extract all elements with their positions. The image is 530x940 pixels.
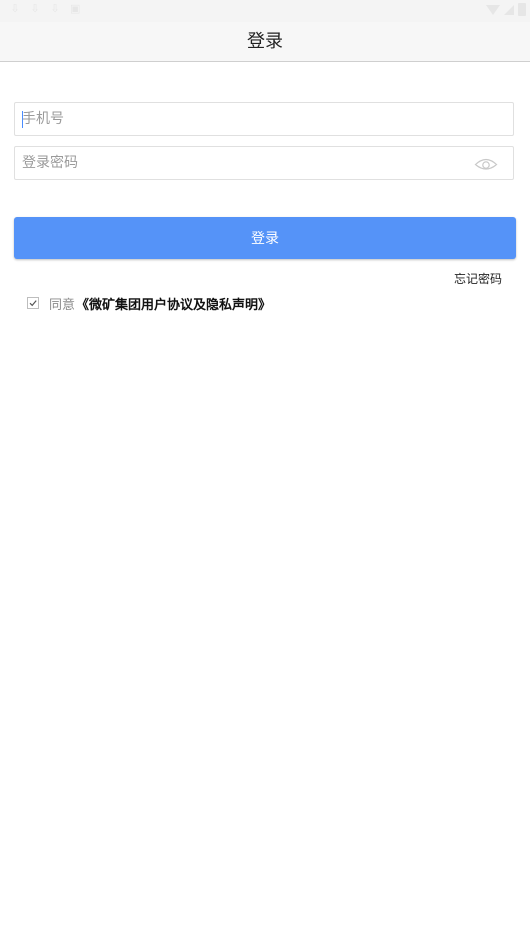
status-bar: ⇩ ⇩ ⇩ ▣ bbox=[0, 0, 530, 22]
eye-icon[interactable] bbox=[473, 155, 499, 173]
wifi-icon bbox=[486, 4, 500, 15]
system-status bbox=[486, 3, 526, 16]
page-title: 登录 bbox=[247, 31, 283, 52]
password-input[interactable] bbox=[22, 147, 462, 179]
battery-icon bbox=[518, 3, 526, 16]
forgot-password-link[interactable]: 忘记密码 bbox=[454, 270, 502, 287]
notification-icons: ⇩ ⇩ ⇩ ▣ bbox=[10, 3, 80, 15]
login-screen: ⇩ ⇩ ⇩ ▣ 登录 登录 忘记密码 bbox=[0, 0, 530, 940]
download-icon: ⇩ bbox=[50, 2, 60, 15]
password-field[interactable] bbox=[14, 146, 514, 180]
check-icon bbox=[29, 300, 37, 307]
download-icon: ⇩ bbox=[10, 2, 20, 15]
phone-input[interactable] bbox=[22, 103, 462, 135]
agreement-prefix: 同意 bbox=[49, 297, 76, 313]
agreement-link[interactable]: 《微矿集团用户协议及隐私声明》 bbox=[76, 294, 271, 313]
app-header: 登录 bbox=[0, 22, 530, 62]
download-icon: ⇩ bbox=[30, 2, 40, 15]
phone-field[interactable] bbox=[14, 102, 514, 136]
login-button[interactable]: 登录 bbox=[14, 217, 516, 259]
agreement-checkbox[interactable] bbox=[27, 297, 39, 309]
agreement-row: 同意 《微矿集团用户协议及隐私声明》 bbox=[27, 294, 271, 313]
signal-icon bbox=[504, 4, 514, 15]
image-icon: ▣ bbox=[70, 2, 81, 15]
